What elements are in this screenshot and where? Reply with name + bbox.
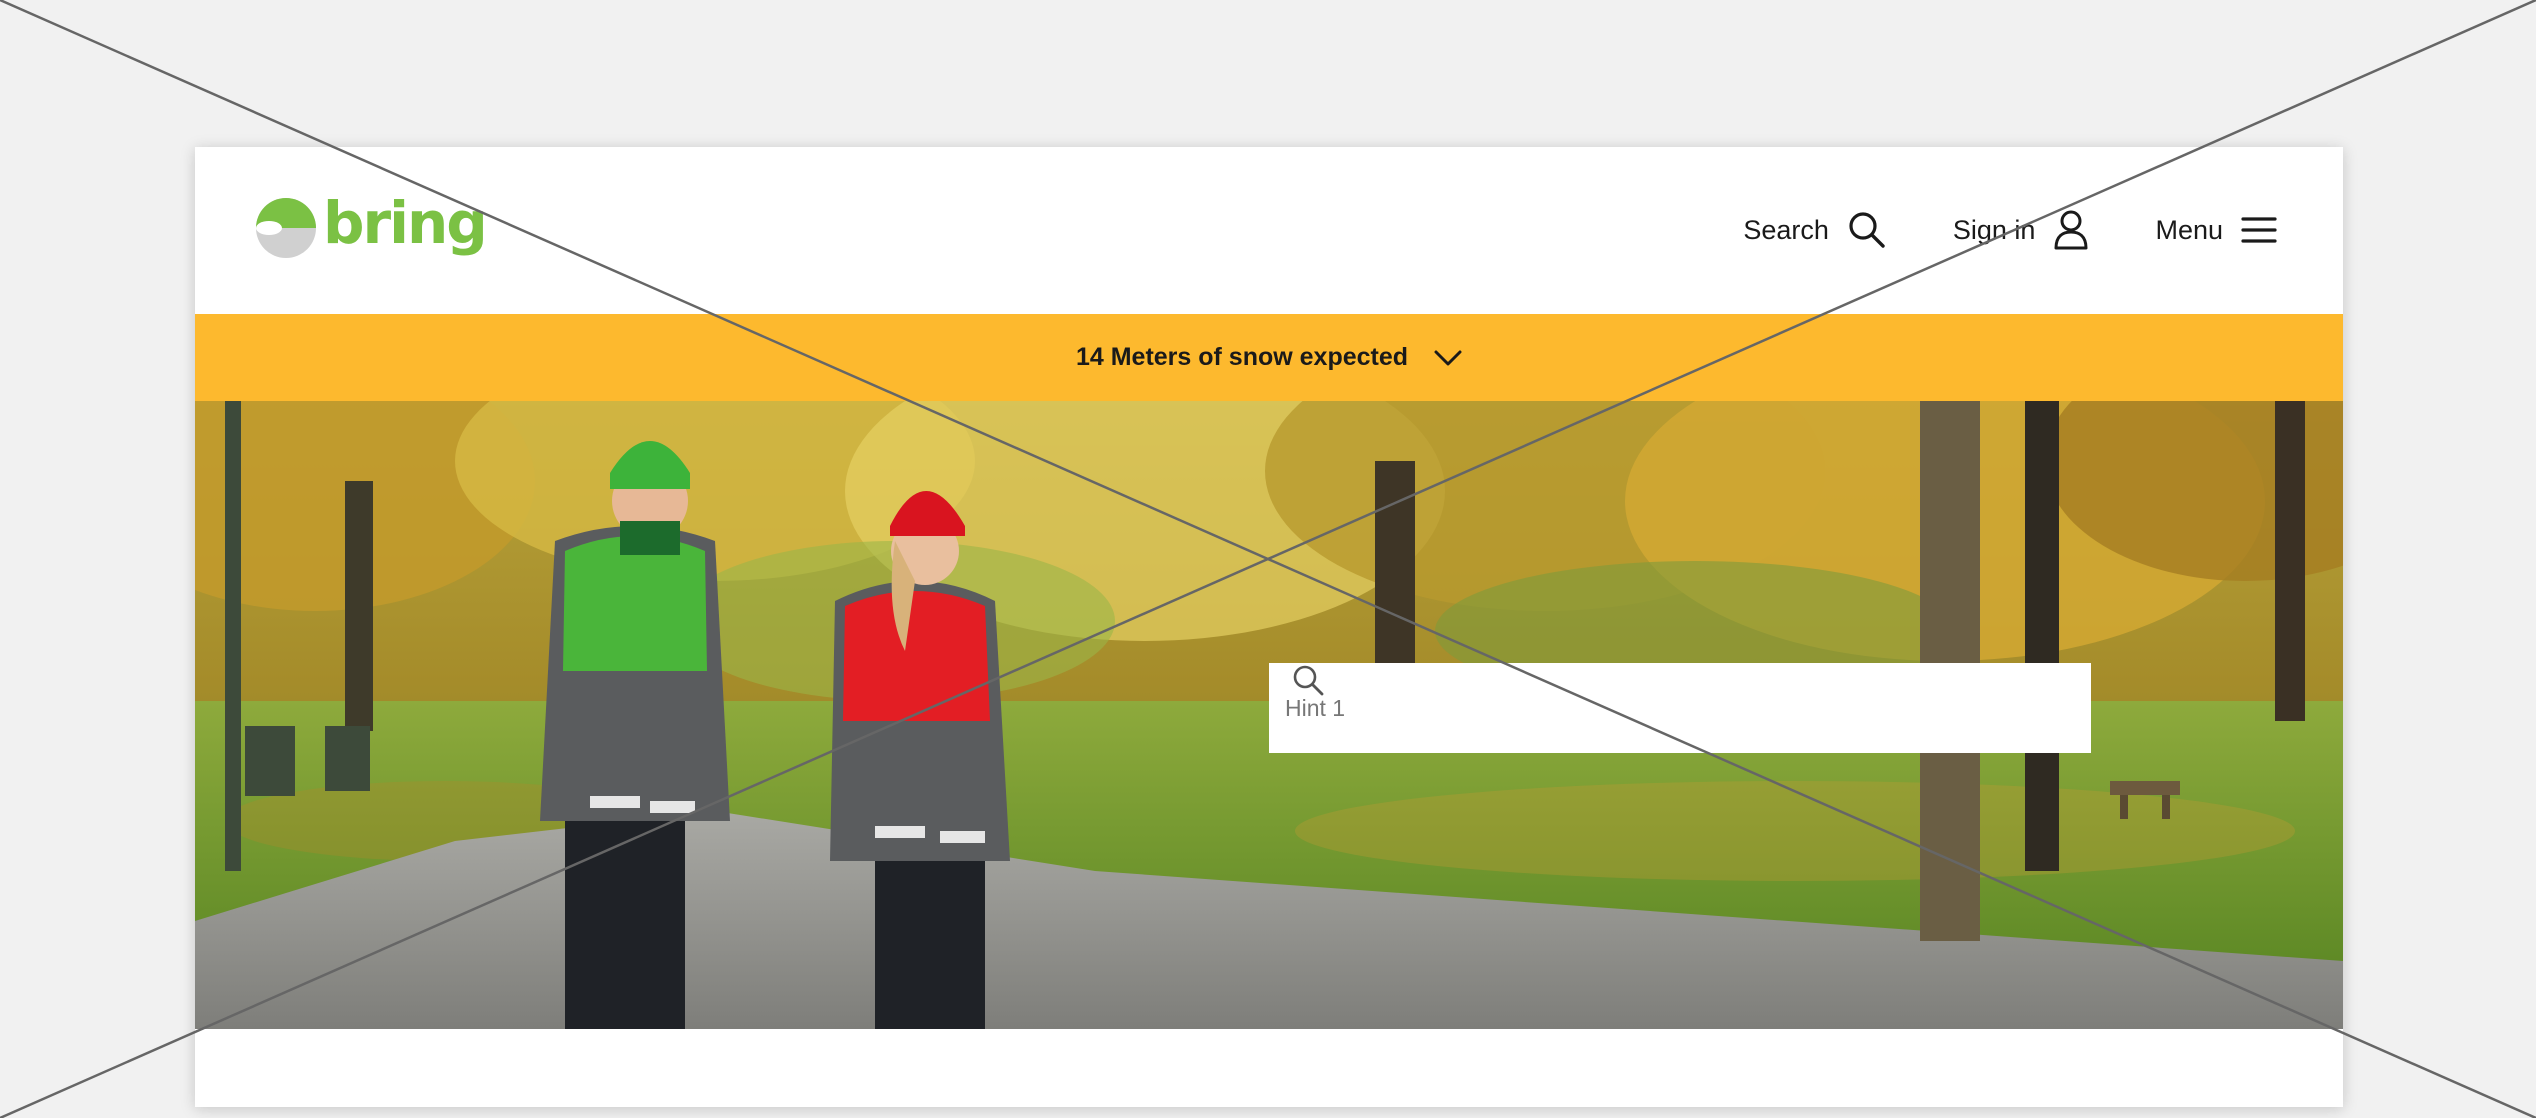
hero-section [195, 401, 2343, 1029]
alert-banner[interactable]: 14 Meters of snow expected [195, 314, 2343, 401]
site-header: bring Search Sign in Menu [195, 147, 2343, 314]
hero-search-box[interactable] [1269, 663, 2091, 753]
alert-banner-text: 14 Meters of snow expected [1075, 343, 1409, 371]
hamburger-icon [2241, 217, 2277, 243]
logo-mark-icon [256, 198, 316, 258]
hero-search-input[interactable] [1283, 677, 2027, 739]
search-button[interactable]: Search [1743, 210, 1887, 250]
search-icon [1293, 665, 1324, 696]
menu-label: Menu [2155, 214, 2223, 245]
search-icon [1849, 212, 1885, 248]
bring-logo[interactable]: bring [253, 189, 488, 268]
sign-in-button[interactable]: Sign in [1953, 209, 2090, 251]
chevron-down-icon [1434, 350, 1462, 365]
logo-wordmark: bring [323, 189, 488, 257]
header-nav: Search Sign in Menu [1677, 197, 2277, 263]
search-label: Search [1743, 214, 1829, 245]
user-icon [2054, 210, 2088, 250]
sign-in-label: Sign in [1952, 214, 2036, 245]
menu-button[interactable]: Menu [2155, 214, 2277, 246]
page-frame: bring Search Sign in Menu 14 Meters of s… [195, 147, 2343, 1107]
